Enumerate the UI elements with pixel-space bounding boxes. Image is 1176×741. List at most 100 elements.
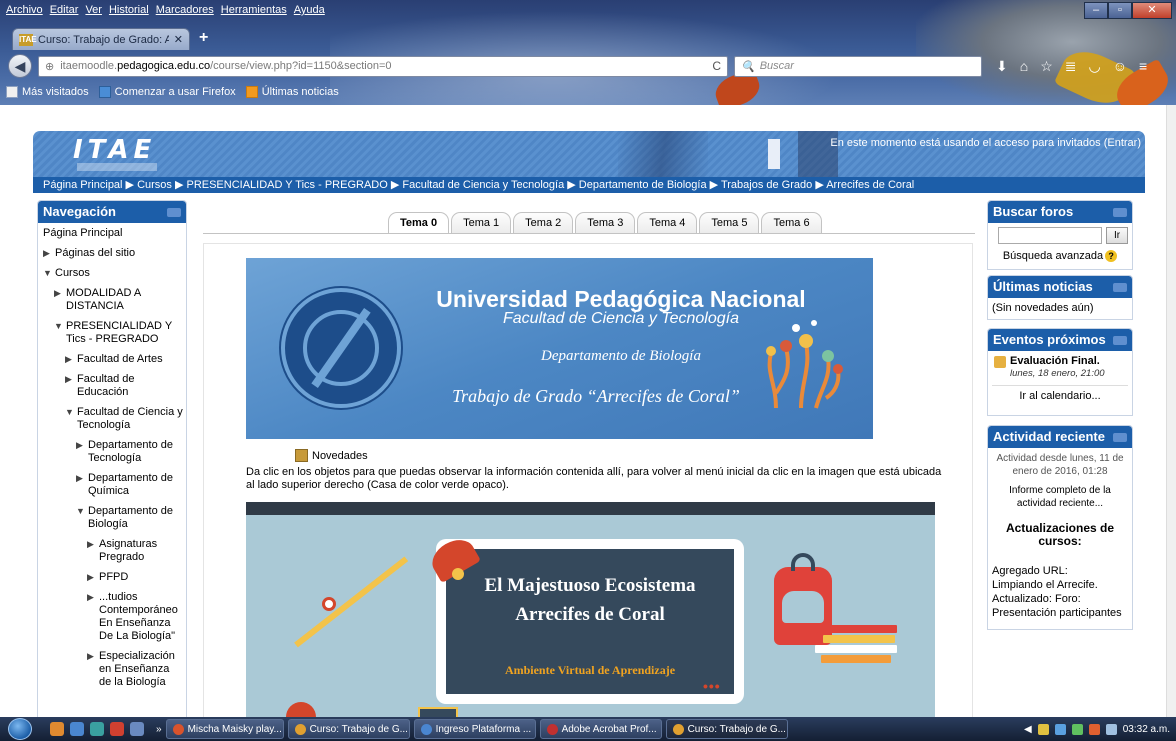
maximize-button[interactable]: ▫	[1108, 2, 1132, 19]
nav-tree-label[interactable]: PRESENCIALIDAD Y Tics - PREGRADO	[66, 320, 184, 346]
taskbar-window-button[interactable]: Adobe Acrobat Prof...	[539, 719, 662, 739]
pocket-icon[interactable]: ◡	[1089, 58, 1101, 75]
collapse-block-icon[interactable]	[167, 208, 181, 217]
nav-tree-item[interactable]: ▶ Departamento de Química	[43, 472, 184, 498]
collapsed-arrow-icon[interactable]: ▶	[54, 287, 66, 300]
help-icon[interactable]: ?	[1105, 250, 1118, 262]
nav-tree-label[interactable]: Facultad de Ciencia y Tecnología	[77, 406, 184, 432]
reload-icon[interactable]: C	[712, 59, 721, 73]
news-forum-link[interactable]: Novedades	[295, 449, 368, 462]
hamburger-menu-icon[interactable]: ≡	[1139, 58, 1147, 75]
expanded-arrow-icon[interactable]: ▼	[43, 267, 55, 280]
collapsed-arrow-icon[interactable]: ▶	[87, 538, 99, 551]
tab-tema-1[interactable]: Tema 1	[451, 212, 512, 233]
itae-logo[interactable]: ITAE	[73, 135, 156, 165]
collapse-block-icon[interactable]	[1113, 336, 1127, 345]
tray-app-icon[interactable]	[1088, 723, 1100, 735]
nav-tree-label[interactable]: Departamento de Química	[88, 472, 184, 498]
collapse-block-icon[interactable]	[1113, 283, 1127, 292]
nav-tree-item[interactable]: ▼ Departamento de Biología	[43, 505, 184, 531]
bookmark-comenzar-firefox[interactable]: Comenzar a usar Firefox	[98, 86, 236, 98]
start-button[interactable]	[0, 717, 36, 741]
menu-ayuda[interactable]: Ayuda	[294, 4, 325, 20]
menu-herramientas[interactable]: Herramientas	[221, 4, 287, 20]
nav-tree-item[interactable]: ▶ Facultad de Educación	[43, 373, 184, 399]
ecosystem-image-map[interactable]: El Majestuoso Ecosistema Arrecifes de Co…	[246, 502, 935, 722]
smiley-icon[interactable]: ☺	[1113, 58, 1127, 75]
tab-tema-0[interactable]: Tema 0	[388, 212, 450, 233]
nav-tree-label[interactable]: Especialización en Enseñanza de la Biolo…	[99, 650, 184, 689]
nav-tree-item[interactable]: ▶ Departamento de Tecnología	[43, 439, 184, 465]
tab-tema-3[interactable]: Tema 3	[575, 212, 636, 233]
collapse-block-icon[interactable]	[1113, 433, 1127, 442]
advanced-search-link[interactable]: Búsqueda avanzada ?	[988, 244, 1132, 262]
expanded-arrow-icon[interactable]: ▼	[65, 406, 77, 419]
activity-log-link[interactable]: Presentación participantes	[992, 606, 1130, 620]
tab-tema-6[interactable]: Tema 6	[761, 212, 822, 233]
url-bar[interactable]: ⊕ itaemoodle.pedagogica.edu.co/course/vi…	[38, 55, 728, 77]
breadcrumb[interactable]: Página Principal ▶ Cursos ▶ PRESENCIALID…	[33, 177, 1145, 193]
collapsed-arrow-icon[interactable]: ▶	[65, 353, 77, 366]
nav-tree-item[interactable]: Página Principal	[43, 227, 184, 240]
event-item[interactable]: Evaluación Final.	[988, 351, 1132, 368]
full-activity-report-link[interactable]: Informe completo de la actividad recient…	[988, 478, 1132, 510]
nav-tree-item[interactable]: ▼ Cursos	[43, 267, 184, 280]
close-window-button[interactable]: ✕	[1132, 2, 1172, 19]
collapsed-arrow-icon[interactable]: ▶	[43, 247, 55, 260]
activity-log-link[interactable]: Limpiando el Arrecife.	[992, 578, 1130, 592]
nav-tree-label[interactable]: Página Principal	[43, 227, 123, 240]
nav-tree-item[interactable]: ▶ Facultad de Artes	[43, 353, 184, 366]
expanded-arrow-icon[interactable]: ▼	[54, 320, 66, 333]
collapse-block-icon[interactable]	[1113, 208, 1127, 217]
clock[interactable]: 03:32 a.m.	[1123, 724, 1170, 735]
books-graphic[interactable]	[811, 625, 901, 665]
tab-tema-4[interactable]: Tema 4	[637, 212, 698, 233]
taskbar-window-button[interactable]: Ingreso Plataforma ...	[413, 719, 536, 739]
bookmark-star-icon[interactable]: ☆	[1040, 58, 1053, 75]
menu-historial[interactable]: Historial	[109, 4, 149, 20]
taskbar-window-button[interactable]: Curso: Trabajo de G...	[665, 719, 788, 739]
nav-tree-label[interactable]: Páginas del sitio	[55, 247, 135, 260]
nav-tree-label[interactable]: Asignaturas Pregrado	[99, 538, 184, 564]
nav-tree-item[interactable]: ▶ MODALIDAD A DISTANCIA	[43, 287, 184, 313]
collapsed-arrow-icon[interactable]: ▶	[87, 650, 99, 663]
volume-icon[interactable]	[1105, 723, 1117, 735]
nav-tree-label[interactable]: Departamento de Tecnología	[88, 439, 184, 465]
nav-tree-item[interactable]: ▼ PRESENCIALIDAD Y Tics - PREGRADO	[43, 320, 184, 346]
browser-tab[interactable]: ITAE Curso: Trabajo de Grado: A... ✕	[12, 28, 190, 50]
network-icon[interactable]	[1071, 723, 1083, 735]
menu-ver[interactable]: Ver	[85, 4, 102, 20]
quicklaunch-app-icon[interactable]	[70, 722, 84, 736]
quicklaunch-app-icon[interactable]	[90, 722, 104, 736]
menu-marcadores[interactable]: Marcadores	[156, 4, 214, 20]
nav-tree-label[interactable]: Cursos	[55, 267, 90, 280]
bookmark-ultimas-noticias[interactable]: Últimas noticias	[245, 86, 339, 98]
forum-search-go-button[interactable]: Ir	[1106, 227, 1128, 244]
nav-tree-label[interactable]: ...tudios Contemporáneo En Enseñanza De …	[99, 591, 184, 643]
menu-editar[interactable]: Editar	[50, 4, 79, 20]
bookmark-mas-visitados[interactable]: Más visitados	[6, 86, 89, 98]
collapsed-arrow-icon[interactable]: ▶	[76, 439, 88, 452]
event-title[interactable]: Evaluación Final.	[1010, 355, 1100, 368]
home-icon[interactable]: ⌂	[1020, 58, 1028, 75]
nav-tree-item[interactable]: ▶ Páginas del sitio	[43, 247, 184, 260]
new-tab-button[interactable]: +	[199, 29, 208, 47]
tray-app-icon[interactable]	[1037, 723, 1049, 735]
tray-app-icon[interactable]	[1054, 723, 1066, 735]
nav-tree-label[interactable]: PFPD	[99, 571, 128, 584]
tray-arrow-icon[interactable]: ◀	[1024, 724, 1032, 735]
nav-tree-item[interactable]: ▶ Asignaturas Pregrado	[43, 538, 184, 564]
forum-search-input[interactable]	[998, 227, 1102, 244]
search-bar[interactable]: 🔍 Buscar	[734, 55, 982, 77]
collapsed-arrow-icon[interactable]: ▶	[87, 571, 99, 584]
page-scrollbar[interactable]	[1166, 105, 1176, 717]
collapsed-arrow-icon[interactable]: ▶	[76, 472, 88, 485]
quicklaunch-app-icon[interactable]	[130, 722, 144, 736]
collapsed-arrow-icon[interactable]: ▶	[87, 591, 99, 604]
nav-tree-item[interactable]: ▶ PFPD	[43, 571, 184, 584]
nav-tree-label[interactable]: Facultad de Artes	[77, 353, 163, 366]
back-button[interactable]: ◀	[8, 54, 32, 78]
quicklaunch-app-icon[interactable]	[110, 722, 124, 736]
taskbar-window-button[interactable]: Mischa Maisky play...	[165, 719, 284, 739]
nav-tree-label[interactable]: Facultad de Educación	[77, 373, 184, 399]
